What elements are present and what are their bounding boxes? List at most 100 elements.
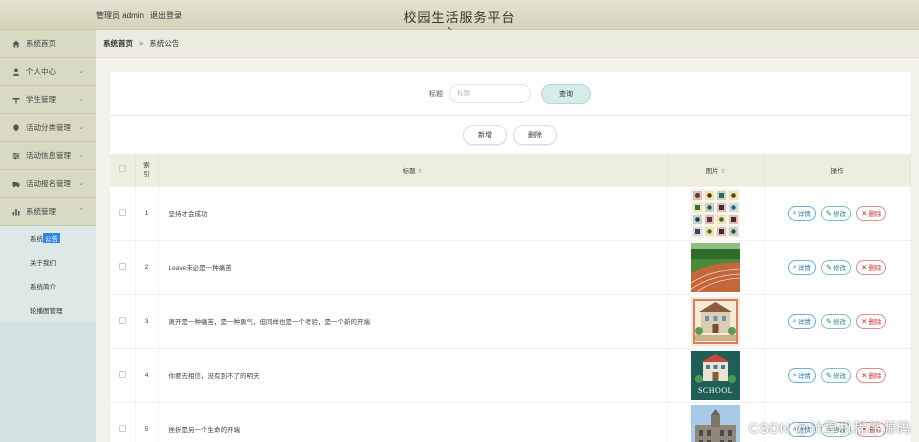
row-title: 挫折是另一个生命的开端: [158, 401, 668, 442]
delete-label: 删除: [868, 319, 882, 326]
close-icon: ✕: [861, 370, 868, 380]
detail-label: 详情: [797, 319, 811, 326]
sidebar-item-home[interactable]: 系统首页: [0, 30, 96, 58]
row-checkbox[interactable]: [118, 208, 126, 216]
detail-label: 详情: [797, 211, 811, 218]
category-icon: [11, 123, 21, 133]
search-icon: ⌕: [792, 262, 797, 271]
sidebar-item-activity-signup[interactable]: 活动报名管理 ⌄: [0, 170, 96, 198]
sliders-icon: [11, 151, 21, 161]
sidebar-item-profile[interactable]: 个人中心 ⌄: [0, 58, 96, 86]
thumbnail-icon-grid[interactable]: [691, 188, 740, 238]
row-select-cell: [110, 347, 136, 402]
detail-button[interactable]: ⌕ 详情: [787, 259, 816, 275]
announcement-table: 索引 标题 ⇕ 图片 ⇕ 操作 1 坚持才会成功 ⌕ 详情 ✎ 修改 ✕ 删除 …: [110, 154, 911, 442]
subitem-label: 系统: [30, 236, 43, 243]
detail-button[interactable]: ⌕ 详情: [787, 313, 816, 329]
home-icon: [11, 39, 21, 49]
row-image-cell: SCHOOL: [667, 347, 765, 402]
row-ops-cell: ⌕ 详情 ✎ 修改 ✕ 删除: [764, 239, 911, 294]
edit-label: 修改: [833, 211, 847, 218]
add-button[interactable]: 新增: [463, 125, 507, 145]
user-icon: [11, 67, 21, 77]
row-index: 4: [135, 347, 159, 402]
sidebar-item-label: 活动分类管理: [26, 123, 71, 132]
image-header[interactable]: 图片 ⇕: [667, 154, 765, 186]
close-icon: ✕: [861, 316, 868, 326]
sidebar-item-system[interactable]: 系统管理 ⌃: [0, 198, 96, 226]
sidebar-subitem-about[interactable]: 关于我们: [0, 250, 96, 274]
row-index: 3: [135, 293, 159, 348]
site-title: 校园生活服务平台: [403, 10, 516, 25]
delete-row-button[interactable]: ✕ 删除: [856, 205, 887, 221]
sidebar-subitem-announcements[interactable]: 系统 公告: [0, 226, 96, 250]
row-checkbox[interactable]: [118, 370, 126, 378]
thumbnail-running-track[interactable]: [691, 242, 740, 292]
chevron-down-icon: ⌄: [78, 124, 84, 131]
thumbnail-school-badge[interactable]: SCHOOL: [691, 350, 740, 400]
sidebar-item-label: 系统首页: [26, 39, 56, 48]
thumbnail-campus-building[interactable]: [691, 404, 740, 442]
row-select-cell: [110, 239, 136, 294]
sidebar-item-activity-category[interactable]: 活动分类管理 ⌄: [0, 114, 96, 142]
system-submenu: 系统 公告 关于我们 系统简介 轮播图管理: [0, 226, 96, 322]
detail-button[interactable]: ⌕ 详情: [787, 205, 816, 221]
sidebar-subitem-intro[interactable]: 系统简介: [0, 274, 96, 298]
detail-button[interactable]: ⌕ 详情: [787, 367, 816, 383]
edit-label: 修改: [833, 373, 847, 380]
delete-row-button[interactable]: ✕ 删除: [856, 367, 887, 383]
delete-button[interactable]: 删除: [513, 125, 557, 145]
row-checkbox[interactable]: [118, 316, 126, 324]
row-checkbox[interactable]: [118, 424, 126, 432]
chevron-down-icon: ⌄: [78, 152, 84, 159]
delete-label: 删除: [868, 211, 882, 218]
ops-header: 操作: [764, 154, 911, 186]
delete-row-button[interactable]: ✕ 删除: [856, 259, 887, 275]
row-select-cell: [110, 293, 136, 348]
watermark: CSDN @计算机程序源码: [748, 420, 911, 436]
table-header-row: 索引 标题 ⇕ 图片 ⇕ 操作: [110, 154, 911, 186]
chevron-up-icon: ⌃: [78, 208, 84, 215]
edit-button[interactable]: ✎ 修改: [820, 205, 852, 221]
subitem-label: 系统简介: [30, 284, 56, 291]
top-bar: 管理员 admin 退出登录 校园生活服务平台: [0, 0, 919, 37]
row-ops-cell: ⌕ 详情 ✎ 修改 ✕ 删除: [764, 293, 911, 348]
row-index: 2: [135, 239, 159, 294]
action-bar: 新增 删除: [110, 116, 910, 154]
chevron-down-icon: ⌄: [78, 96, 84, 103]
edit-button[interactable]: ✎ 修改: [820, 313, 852, 329]
truck-icon: [11, 179, 21, 189]
query-button[interactable]: 查询: [541, 83, 591, 104]
sidebar-item-students[interactable]: 学生管理 ⌄: [0, 86, 96, 114]
title-header[interactable]: 标题 ⇕: [158, 154, 668, 186]
chevron-down-icon: ⌄: [78, 68, 84, 75]
select-all-checkbox[interactable]: [118, 165, 126, 173]
row-checkbox[interactable]: [118, 262, 126, 270]
sidebar-item-activity-info[interactable]: 活动信息管理 ⌄: [0, 142, 96, 170]
school-badge-text: SCHOOL: [697, 385, 733, 395]
row-select-cell: [110, 185, 136, 240]
edit-button[interactable]: ✎ 修改: [820, 259, 852, 275]
edit-label: 修改: [833, 319, 847, 326]
sidebar-subitem-carousel[interactable]: 轮播图管理: [0, 298, 96, 322]
search-icon: ⌕: [792, 208, 797, 217]
bar-chart-icon: [11, 207, 21, 217]
subitem-label-highlight: 公告: [43, 233, 60, 243]
row-ops-cell: ⌕ 详情 ✎ 修改 ✕ 删除: [764, 185, 911, 240]
search-input[interactable]: [449, 84, 531, 103]
edit-button[interactable]: ✎ 修改: [820, 367, 852, 383]
sort-icon: ⇕: [417, 168, 423, 175]
breadcrumb-home[interactable]: 系统首页: [103, 38, 133, 49]
edit-label: 修改: [833, 265, 847, 272]
chevron-down-icon: ⌄: [78, 180, 84, 187]
student-icon: [11, 95, 21, 105]
search-icon: ⌕: [792, 316, 797, 325]
pencil-icon: ✎: [825, 208, 833, 218]
row-ops-cell: ⌕ 详情 ✎ 修改 ✕ 删除: [764, 347, 911, 402]
sidebar-item-label: 活动报名管理: [26, 179, 71, 188]
select-all-header: [110, 154, 136, 186]
thumbnail-campus-illustration[interactable]: [691, 296, 740, 346]
row-image-cell: [667, 239, 765, 294]
delete-row-button[interactable]: ✕ 删除: [856, 313, 887, 329]
row-title: 离开是一种痛苦，是一种勇气，但同样也是一个考验，是一个新的开端: [158, 293, 668, 348]
